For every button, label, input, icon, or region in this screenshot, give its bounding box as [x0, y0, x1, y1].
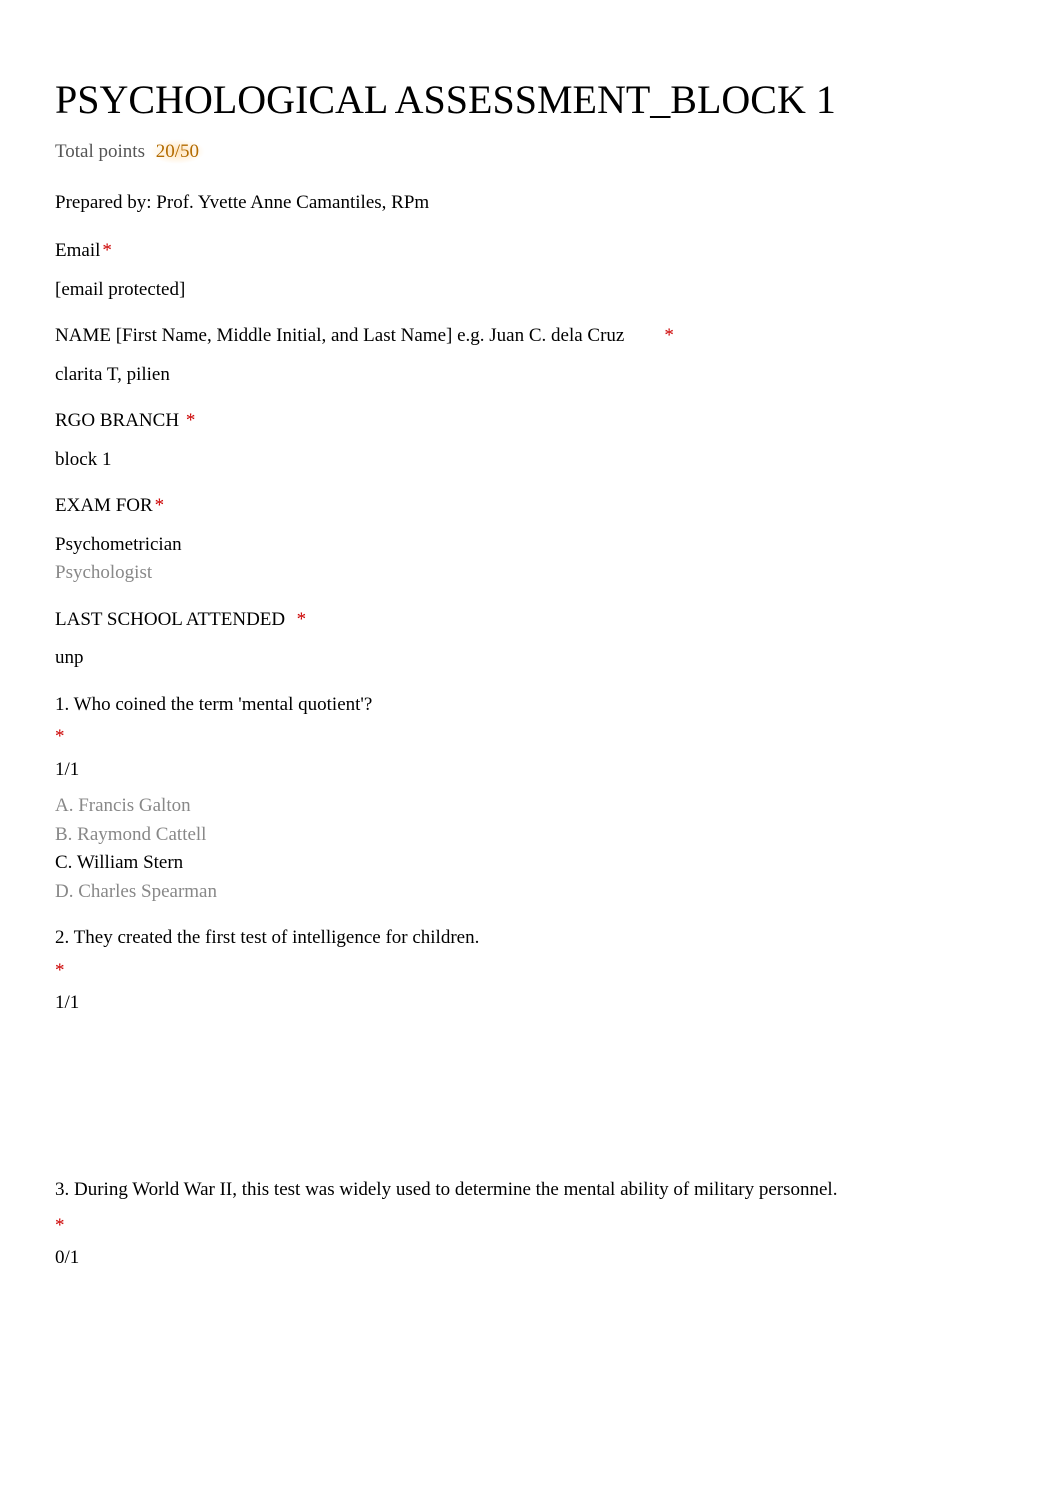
school-label: LAST SCHOOL ATTENDED *	[55, 606, 1007, 635]
answer-option-selected[interactable]: C. William Stern	[55, 849, 1007, 878]
rgo-label-text: RGO BRANCH	[55, 410, 179, 431]
name-label: NAME [First Name, Middle Initial, and La…	[55, 322, 1007, 351]
question-3-score: 0/1	[55, 1244, 1007, 1273]
email-label: Email*	[55, 237, 1007, 266]
question-2-text: 2. They created the first test of intell…	[55, 924, 1007, 953]
page-title: PSYCHOLOGICAL ASSESSMENT_BLOCK 1	[55, 70, 1007, 130]
question-1-answers: A. Francis Galton B. Raymond Cattell C. …	[55, 792, 1007, 906]
question-1-text: 1. Who coined the term 'mental quotient'…	[55, 691, 1007, 720]
question-2-score: 1/1	[55, 989, 1007, 1018]
exam-for-label: EXAM FOR*	[55, 492, 1007, 521]
question-1-score: 1/1	[55, 756, 1007, 785]
rgo-label: RGO BRANCH *	[55, 407, 1007, 436]
question-3-text: 3. During World War II, this test was wi…	[55, 1172, 1007, 1208]
required-asterisk: *	[664, 325, 674, 346]
school-value: unp	[55, 644, 1007, 673]
required-asterisk: *	[55, 723, 1007, 752]
total-points-line: Total points 20/50	[55, 138, 1007, 167]
exam-for-options: Psychometrician Psychologist	[55, 531, 1007, 588]
answer-option[interactable]: B. Raymond Cattell	[55, 821, 1007, 850]
spacer	[55, 1281, 1007, 1361]
option-psychometrician[interactable]: Psychometrician	[55, 531, 1007, 560]
name-label-text: NAME [First Name, Middle Initial, and La…	[55, 325, 624, 346]
spacer	[55, 1026, 1007, 1156]
required-asterisk: *	[55, 957, 1007, 986]
prepared-by: Prepared by: Prof. Yvette Anne Camantile…	[55, 189, 1007, 218]
name-value: clarita T, pilien	[55, 361, 1007, 390]
required-asterisk: *	[287, 609, 306, 630]
exam-for-label-text: EXAM FOR	[55, 495, 153, 516]
total-points-label: Total points	[55, 141, 145, 162]
option-psychologist[interactable]: Psychologist	[55, 559, 1007, 588]
answer-option[interactable]: D. Charles Spearman	[55, 878, 1007, 907]
required-asterisk: *	[55, 1212, 1007, 1241]
email-value: [email protected]	[55, 276, 1007, 305]
required-asterisk: *	[102, 240, 112, 261]
rgo-value: block 1	[55, 446, 1007, 475]
answer-option[interactable]: A. Francis Galton	[55, 792, 1007, 821]
required-asterisk: *	[181, 410, 195, 431]
email-label-text: Email	[55, 240, 100, 261]
required-asterisk: *	[155, 495, 165, 516]
total-points-value: 20/50	[150, 139, 205, 164]
school-label-text: LAST SCHOOL ATTENDED	[55, 609, 285, 630]
